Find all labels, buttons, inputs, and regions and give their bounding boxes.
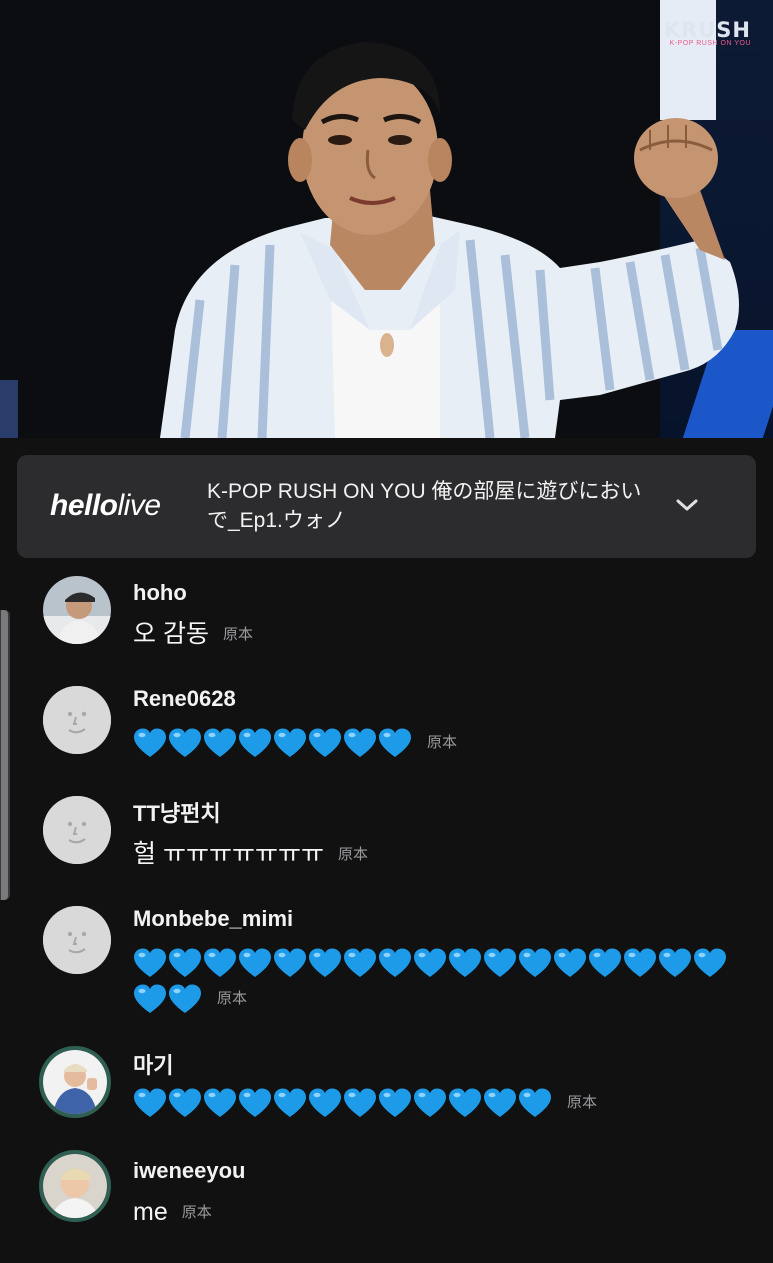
blue-heart-icon [449,948,481,978]
blue-heart-icon [204,728,236,758]
blue-heart-icon [344,1088,376,1118]
blue-heart-icon [204,948,236,978]
blue-heart-icon [169,1088,201,1118]
blue-heart-icon [274,948,306,978]
blue-heart-icon [379,728,411,758]
message-text: 原本 [133,724,743,761]
username[interactable]: iweneeyou [133,1158,245,1184]
blue-heart-icon [274,728,306,758]
message-text: 原本 [133,944,748,1017]
scrollbar-thumb[interactable] [1,610,8,900]
default-face-icon [43,796,111,864]
original-text-link[interactable]: 原本 [182,1204,212,1221]
heart-emoji-row [133,728,413,758]
stream-title: K-POP RUSH ON YOU 俺の部屋に遊びにおいで_Ep1.ウォノ [207,480,642,532]
blue-heart-icon [554,948,586,978]
blue-heart-icon [309,948,341,978]
original-text-link[interactable]: 原本 [567,1094,597,1111]
blue-heart-icon [134,948,166,978]
message-text: 헐 ㅠㅠㅠㅠㅠㅠㅠ 原本 [133,840,368,868]
original-text-link[interactable]: 原本 [223,626,253,643]
default-face-icon [43,906,111,974]
blue-heart-icon [589,948,621,978]
blue-heart-icon [134,1088,166,1118]
chat-scrollbar[interactable] [0,610,10,900]
avatar[interactable] [43,686,111,754]
username[interactable]: Monbebe_mimi [133,906,293,932]
blue-heart-icon [344,728,376,758]
avatar[interactable] [39,1150,111,1222]
blue-heart-icon [134,728,166,758]
blue-heart-icon [484,948,516,978]
username[interactable]: Rene0628 [133,686,236,712]
default-face-icon [43,686,111,754]
blue-heart-icon [414,948,446,978]
username[interactable]: 마기 [133,1048,173,1080]
username[interactable]: TT냥펀치 [133,796,221,828]
host-person-image [160,42,739,438]
blue-heart-icon [204,1088,236,1118]
channel-logo: KRUSH K-POP RUSH ON YOU [663,18,751,47]
username[interactable]: hoho [133,580,187,606]
blue-heart-icon [134,984,166,1014]
blue-heart-icon [239,1088,271,1118]
blue-heart-icon [309,1088,341,1118]
blue-heart-icon [624,948,656,978]
blue-heart-icon [694,948,726,978]
blue-heart-icon [169,948,201,978]
blue-heart-icon [519,1088,551,1118]
original-text-link[interactable]: 原本 [217,990,247,1007]
original-text-link[interactable]: 原本 [338,846,368,863]
hellolive-logo: hellolive [50,489,161,522]
message-text: 原本 [133,1084,743,1121]
blue-heart-icon [379,1088,411,1118]
live-video[interactable]: KRUSH K-POP RUSH ON YOU [0,0,773,438]
blue-heart-icon [239,728,271,758]
blue-heart-icon [169,728,201,758]
blue-heart-icon [379,948,411,978]
blue-heart-icon [449,1088,481,1118]
original-text-link[interactable]: 原本 [427,734,457,751]
avatar[interactable] [39,1046,111,1118]
stream-info-banner[interactable]: hellolive K-POP RUSH ON YOU 俺の部屋に遊びにおいで_… [17,455,756,558]
blue-heart-icon [519,948,551,978]
message-text: me 原本 [133,1198,212,1226]
blue-heart-icon [169,984,201,1014]
blue-heart-icon [414,1088,446,1118]
heart-emoji-row [133,1088,553,1118]
blue-heart-icon [484,1088,516,1118]
blue-heart-icon [659,948,691,978]
blue-heart-icon [274,1088,306,1118]
avatar[interactable] [43,576,111,644]
blue-heart-icon [309,728,341,758]
avatar[interactable] [43,796,111,864]
blue-heart-icon [344,948,376,978]
avatar[interactable] [43,906,111,974]
message-text: 오 감동 原本 [133,620,253,648]
chevron-down-icon[interactable] [672,490,702,520]
blue-heart-icon [239,948,271,978]
